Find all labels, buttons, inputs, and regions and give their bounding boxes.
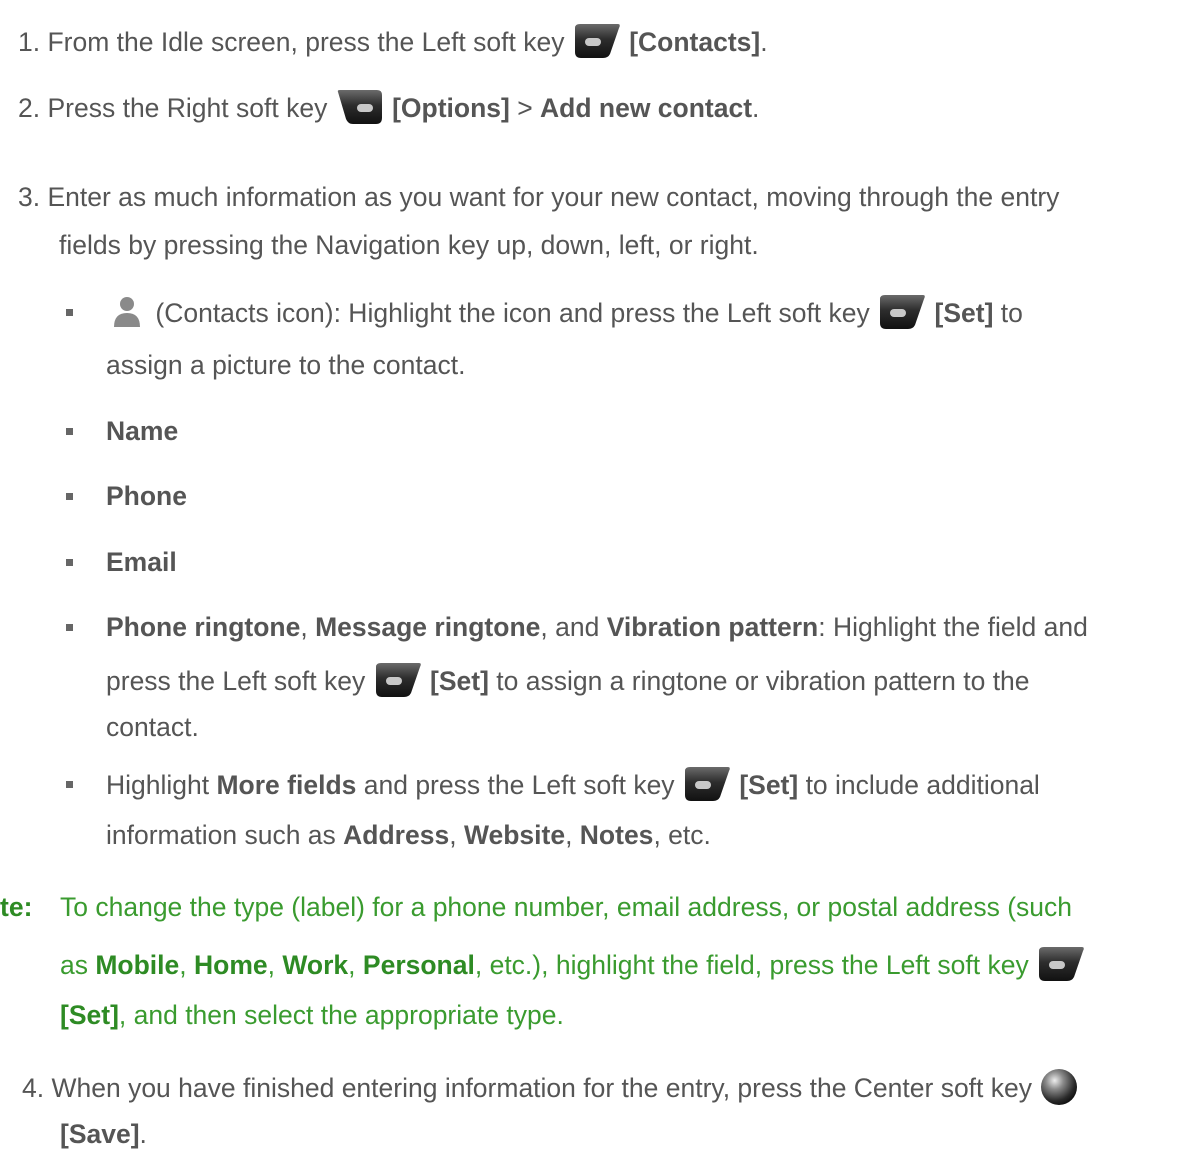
step-number: 3. bbox=[18, 182, 41, 212]
left-soft-key-icon bbox=[574, 24, 620, 58]
bullet-more-fields: Highlight More fields and press the Left… bbox=[106, 767, 1040, 806]
left-soft-key-icon bbox=[880, 295, 925, 329]
bullet-marker bbox=[66, 559, 73, 566]
bullet-ringtones: Phone ringtone, Message ringtone, and Vi… bbox=[106, 612, 1088, 642]
contacts-person-icon bbox=[114, 297, 140, 327]
bullet-ringtones-end: contact. bbox=[106, 712, 199, 742]
step-4: 4. When you have finished entering infor… bbox=[22, 1069, 1079, 1110]
bullet-more-fields-continued: information such as Address, Website, No… bbox=[106, 820, 711, 850]
step-2: 2. Press the Right soft key [Options] > … bbox=[18, 90, 759, 129]
note-label: te: bbox=[0, 892, 33, 922]
note-line-2: as Mobile, Home, Work, Personal, etc.), … bbox=[60, 947, 1086, 986]
bullet-phone: Phone bbox=[106, 481, 187, 511]
bullet-contacts-icon: (Contacts icon): Highlight the icon and … bbox=[106, 295, 1023, 334]
bullet-contacts-icon-continued: assign a picture to the contact. bbox=[106, 350, 466, 380]
bullet-marker bbox=[66, 781, 73, 788]
bullet-ringtones-continued: press the Left soft key [Set] to assign … bbox=[106, 663, 1030, 702]
step-number: 2. bbox=[18, 93, 41, 123]
bullet-marker bbox=[66, 624, 73, 631]
bullet-name: Name bbox=[106, 416, 179, 446]
bullet-email: Email bbox=[106, 547, 177, 577]
left-soft-key-icon bbox=[1039, 947, 1084, 981]
center-soft-key-icon bbox=[1041, 1069, 1078, 1105]
bullet-marker bbox=[66, 428, 73, 435]
left-soft-key-icon bbox=[375, 663, 421, 697]
note-line-1: To change the type (label) for a phone n… bbox=[60, 892, 1072, 922]
right-soft-key-icon bbox=[337, 90, 382, 124]
step-number: 4. bbox=[22, 1073, 45, 1103]
left-soft-key-icon bbox=[684, 767, 730, 801]
step-1: 1. From the Idle screen, press the Left … bbox=[18, 24, 768, 63]
step-3: 3. Enter as much information as you want… bbox=[18, 182, 1060, 212]
step-4-continued: [Save]. bbox=[60, 1119, 147, 1149]
bullet-marker bbox=[66, 309, 73, 316]
step-3-continued: fields by pressing the Navigation key up… bbox=[59, 230, 759, 260]
step-number: 1. bbox=[18, 27, 41, 57]
note-line-3: [Set], and then select the appropriate t… bbox=[60, 1000, 564, 1030]
bullet-marker bbox=[66, 493, 73, 500]
